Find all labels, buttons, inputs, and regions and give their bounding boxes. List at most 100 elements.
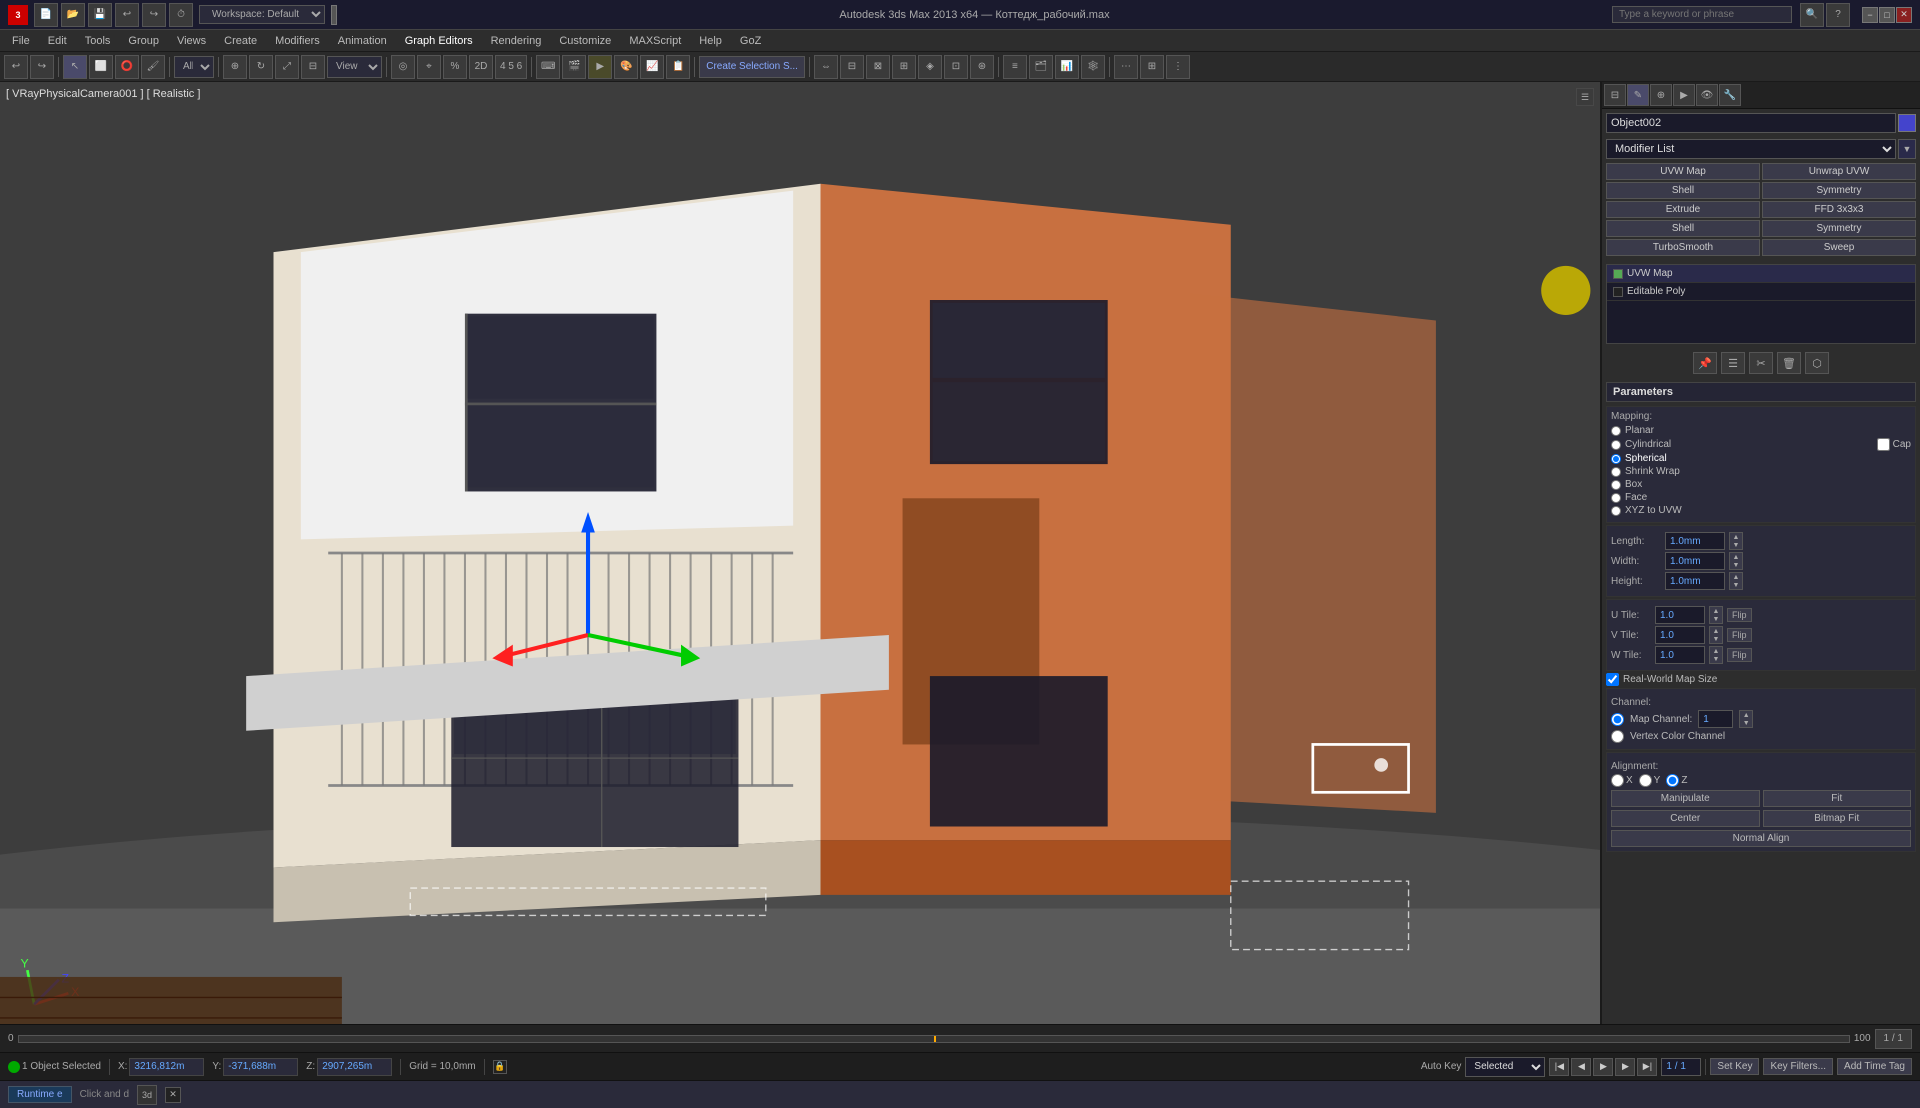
length-spinner[interactable]: ▲ ▼	[1729, 532, 1743, 550]
length-input[interactable]	[1665, 532, 1725, 550]
play-button[interactable]: ▶	[1593, 1058, 1613, 1076]
track-view-button[interactable]: 📊	[1055, 55, 1079, 79]
more-button[interactable]: ⋯	[1114, 55, 1138, 79]
modifier-list-arrow[interactable]: ▼	[1898, 139, 1916, 159]
menu-graph-editors[interactable]: Graph Editors	[397, 33, 481, 49]
viewport-menu-button[interactable]: ☰	[1576, 88, 1594, 106]
timeline-indicator[interactable]	[934, 1036, 936, 1042]
help-button[interactable]: ?	[1826, 3, 1850, 27]
mod-sweep[interactable]: Sweep	[1762, 239, 1916, 256]
material-editor-button[interactable]: 🎨	[614, 55, 638, 79]
mod-symmetry-1[interactable]: Symmetry	[1762, 182, 1916, 199]
redo-toolbar-button[interactable]: ↪	[30, 55, 54, 79]
y-coord-input[interactable]	[223, 1058, 298, 1076]
width-input[interactable]	[1665, 552, 1725, 570]
vertex-color-radio[interactable]	[1611, 730, 1624, 743]
save-button[interactable]: 💾	[88, 3, 112, 27]
timeline-bar[interactable]	[18, 1035, 1850, 1043]
normal-align-button[interactable]: Normal Align	[1611, 830, 1911, 847]
mod-unwrap-uvw[interactable]: Unwrap UVW	[1762, 163, 1916, 180]
panel-tab-display[interactable]: ⊟	[1604, 84, 1626, 106]
redo-button[interactable]: ↪	[142, 3, 166, 27]
select-by-name-button[interactable]: 📋	[666, 55, 690, 79]
lock-icon[interactable]: 🔒	[493, 1060, 507, 1074]
w-tile-input[interactable]	[1655, 646, 1705, 664]
workspace-dropdown[interactable]: Workspace: Default	[199, 5, 325, 24]
channel-spinner[interactable]: ▲ ▼	[1739, 710, 1753, 728]
align-button[interactable]: ⊟	[840, 55, 864, 79]
close-button[interactable]: ✕	[1896, 7, 1912, 23]
mod-shell-2[interactable]: Shell	[1606, 220, 1760, 237]
create-selection-set[interactable]: Create Selection S...	[699, 56, 805, 78]
close-runtime-button[interactable]: ✕	[165, 1087, 181, 1103]
object-name-input[interactable]	[1606, 113, 1896, 133]
v-tile-spinner[interactable]: ▲ ▼	[1709, 626, 1723, 644]
lasso-select-button[interactable]: ⭕	[115, 55, 139, 79]
z-coord-input[interactable]	[317, 1058, 392, 1076]
transform-button[interactable]: ⊞	[1140, 55, 1164, 79]
place-highlight-button[interactable]: ◈	[918, 55, 942, 79]
stack-item-uvw-map[interactable]: UVW Map	[1607, 265, 1915, 283]
radio-planar-input[interactable]	[1611, 426, 1621, 436]
open-button[interactable]: 📂	[61, 3, 85, 27]
search-icon[interactable]: 🔍	[1800, 3, 1824, 27]
object-color-box[interactable]	[1898, 114, 1916, 132]
scene-explorer-button[interactable]: 🗂	[1029, 55, 1053, 79]
fit-button[interactable]: Fit	[1763, 790, 1912, 807]
align-camera-button[interactable]: ⊡	[944, 55, 968, 79]
menu-rendering[interactable]: Rendering	[483, 33, 550, 49]
y-align-radio[interactable]	[1639, 774, 1652, 787]
rotate-button[interactable]: ↻	[249, 55, 273, 79]
mod-uwv-map[interactable]: UVW Map	[1606, 163, 1760, 180]
render-setup-button[interactable]: 🎬	[562, 55, 586, 79]
configure-button[interactable]: ✂	[1749, 352, 1773, 374]
height-input[interactable]	[1665, 572, 1725, 590]
w-tile-spinner[interactable]: ▲ ▼	[1709, 646, 1723, 664]
width-spinner[interactable]: ▲ ▼	[1729, 552, 1743, 570]
next-key-button[interactable]: ▶	[1615, 1058, 1635, 1076]
cap-checkbox[interactable]	[1877, 438, 1890, 451]
search-input[interactable]	[1612, 6, 1792, 23]
viewport[interactable]: [ VRayPhysicalCamera001 ] [ Realistic ]	[0, 82, 1600, 1024]
menu-animation[interactable]: Animation	[330, 33, 395, 49]
panel-tab-modify[interactable]: ✎	[1627, 84, 1649, 106]
real-world-checkbox[interactable]	[1606, 673, 1619, 686]
move-button[interactable]: ⊕	[223, 55, 247, 79]
radio-spherical-input[interactable]	[1611, 454, 1621, 464]
prev-frame-button[interactable]: |◀	[1549, 1058, 1569, 1076]
undo-toolbar-button[interactable]: ↩	[4, 55, 28, 79]
history-button[interactable]: ⏱	[169, 3, 193, 27]
key-filters-button[interactable]: Key Filters...	[1763, 1058, 1833, 1075]
modifier-list-dropdown[interactable]: Modifier List	[1606, 139, 1896, 159]
percent-snap-button[interactable]: %	[443, 55, 467, 79]
next-frame-button[interactable]: ▶|	[1637, 1058, 1657, 1076]
select-button[interactable]: ↖	[63, 55, 87, 79]
add-time-tag-button[interactable]: Add Time Tag	[1837, 1058, 1912, 1075]
keyboard-shortcut-button[interactable]: ⌨	[536, 55, 560, 79]
pin-stack-button[interactable]: 📌	[1693, 352, 1717, 374]
menu-edit[interactable]: Edit	[40, 33, 75, 49]
minimize-button[interactable]: −	[1862, 7, 1878, 23]
delete-modifier-button[interactable]: 🗑	[1777, 352, 1801, 374]
menu-customize[interactable]: Customize	[551, 33, 619, 49]
panel-tab-motion[interactable]: ▶	[1673, 84, 1695, 106]
menu-group[interactable]: Group	[120, 33, 167, 49]
menu-create[interactable]: Create	[216, 33, 265, 49]
mirror-button[interactable]: ⇔	[814, 55, 838, 79]
height-spinner[interactable]: ▲ ▼	[1729, 572, 1743, 590]
x-align-radio[interactable]	[1611, 774, 1624, 787]
add-modifier-button[interactable]: ⬡	[1805, 352, 1829, 374]
filter-dropdown[interactable]: All	[174, 56, 214, 78]
menu-help[interactable]: Help	[691, 33, 730, 49]
align-view-button[interactable]: ⊠	[866, 55, 890, 79]
v-tile-input[interactable]	[1655, 626, 1705, 644]
map-channel-radio[interactable]	[1611, 713, 1624, 726]
menu-goz[interactable]: GoZ	[732, 33, 769, 49]
u-flip-button[interactable]: Flip	[1727, 608, 1752, 622]
u-tile-input[interactable]	[1655, 606, 1705, 624]
layer-manager-button[interactable]: ≡	[1003, 55, 1027, 79]
stack-item-editable-poly[interactable]: Editable Poly	[1607, 283, 1915, 301]
bitmap-fit-button[interactable]: Bitmap Fit	[1763, 810, 1912, 827]
ref-coord-button[interactable]: ⊟	[301, 55, 325, 79]
menu-file[interactable]: File	[4, 33, 38, 49]
